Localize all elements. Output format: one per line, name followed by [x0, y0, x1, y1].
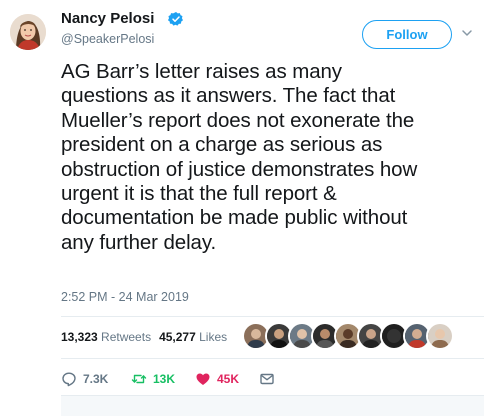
tweet-text-line: obstruction of justice demonstrates how [61, 157, 418, 181]
divider [61, 316, 484, 317]
author-handle[interactable]: @SpeakerPelosi [61, 32, 154, 46]
envelope-icon [260, 373, 274, 385]
likes-count: 45,277 [159, 330, 196, 344]
tweet-text-line: urgent it is that the full report & [61, 182, 337, 206]
direct-message-button[interactable] [259, 370, 281, 388]
reply-icon [62, 372, 76, 387]
author-name[interactable]: Nancy Pelosi [61, 10, 154, 27]
tweet-text-line: president on a charge as serious as [61, 133, 383, 157]
tweet-text-line: AG Barr’s letter raises as many [61, 60, 342, 83]
tweet-card: Nancy Pelosi @SpeakerPelosi Follow AG Ba… [0, 0, 484, 416]
liker-avatar[interactable] [426, 322, 454, 350]
follow-button[interactable]: Follow [362, 20, 452, 49]
retweets-count: 13,323 [61, 330, 98, 344]
tweet-text-line: any further delay. [61, 230, 217, 254]
like-button[interactable]: 45K [195, 370, 239, 388]
tweet-text: AG Barr’s letter raises as many question… [61, 60, 481, 255]
retweet-button[interactable]: 13K [131, 370, 175, 388]
retweet-count: 13K [153, 372, 176, 386]
tweet-text-line: Mueller’s report does not exonerate the [61, 108, 415, 132]
reply-count: 7.3K [83, 372, 109, 386]
tweet-text-line: documentation be made public without [61, 206, 408, 230]
reply-button[interactable]: 7.3K [61, 370, 108, 388]
reply-input-area[interactable] [61, 395, 484, 416]
tweet-text-line: questions as it answers. The fact that [61, 84, 396, 108]
chevron-down-icon[interactable] [460, 26, 474, 40]
verified-badge-icon [168, 12, 183, 26]
retweets-stat[interactable]: 13,323 Retweets [61, 330, 151, 344]
tweet-timestamp[interactable]: 2:52 PM - 24 Mar 2019 [61, 290, 189, 304]
tweet-stats: 13,323 Retweets 45,277 Likes [61, 330, 227, 344]
author-avatar[interactable] [10, 14, 46, 50]
likes-stat[interactable]: 45,277 Likes [159, 330, 227, 344]
divider [61, 358, 484, 359]
like-count: 45K [217, 372, 240, 386]
likes-label: Likes [199, 330, 228, 344]
retweets-label: Retweets [101, 330, 152, 344]
heart-icon [196, 373, 210, 385]
retweet-icon [131, 374, 147, 384]
liker-avatars [242, 322, 454, 350]
